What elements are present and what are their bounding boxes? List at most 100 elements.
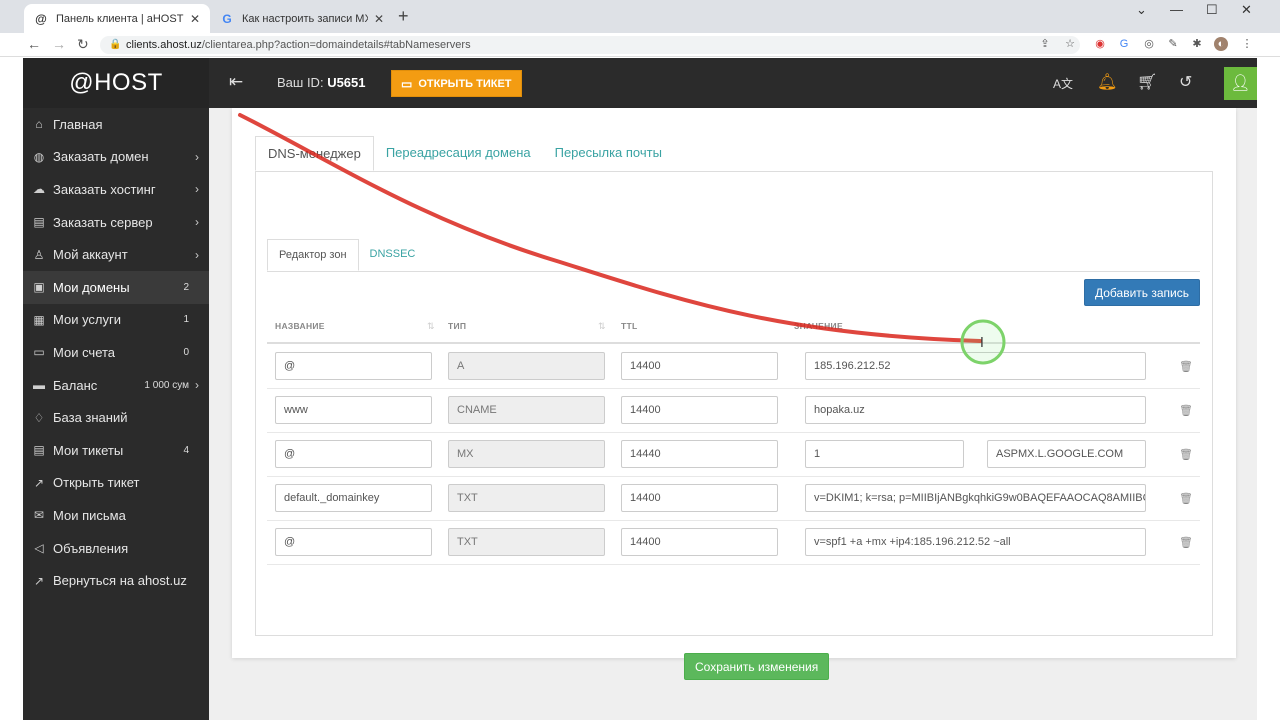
sidebar-item-badge: 1 000 сум	[144, 379, 189, 391]
record-ttl-input[interactable]: 14440	[621, 440, 778, 468]
bookmark-star-icon[interactable]: ☆	[1063, 37, 1077, 51]
dns-panel: Редактор зон DNSSEC Добавить запись НАЗВ…	[255, 171, 1213, 680]
add-record-button[interactable]: Добавить запись	[1084, 279, 1200, 306]
sort-icon[interactable]: ⇅	[427, 321, 435, 332]
user-settings-icon[interactable]: 👤︎	[1224, 67, 1257, 100]
logo[interactable]: @HOST	[23, 58, 209, 108]
ticket-icon: ▭	[401, 76, 413, 91]
sidebar-item[interactable]: ☁ Заказать хостинг ›	[23, 173, 209, 206]
topbar: ⇤ Ваш ID: U5651 ▭ ОТКРЫТЬ ТИКЕТ A文 🔔︎ 🛒︎…	[209, 58, 1257, 108]
translate-icon[interactable]: G	[1117, 37, 1131, 51]
sidebar-item[interactable]: ↗ Открыть тикет	[23, 467, 209, 500]
sidebar-item-label: Объявления	[53, 540, 129, 556]
open-ticket-icon: ↗	[33, 475, 45, 490]
column-header-ttl: TTL	[621, 321, 638, 331]
record-value-input[interactable]: v=DKIM1; k=rsa; p=MIIBIjANBgkqhkiG9w0BAQ…	[805, 484, 1146, 512]
record-name-input[interactable]: default._domainkey	[275, 484, 432, 512]
open-ticket-button[interactable]: ▭ ОТКРЫТЬ ТИКЕТ	[391, 70, 522, 97]
browser-tab-title: Как настроить записи MX для з	[242, 12, 368, 25]
url-field[interactable]: 🔒 clients.ahost.uz/clientarea.php?action…	[100, 36, 1080, 54]
browser-tab-inactive[interactable]: G Как настроить записи MX для з ✕	[210, 4, 394, 33]
sidebar-item[interactable]: ▭ Мои счета 0	[23, 336, 209, 369]
trash-icon[interactable]: 🗑︎	[1179, 536, 1193, 549]
record-type-field: TXT	[448, 528, 605, 556]
bell-icon[interactable]: 🔔︎	[1097, 72, 1117, 92]
table-header: НАЗВАНИЕ ⇅ ТИП ⇅ TTL ЗНАЧЕНИЕ	[267, 316, 1200, 344]
new-tab-icon[interactable]: +	[398, 6, 409, 27]
cart-icon[interactable]: 🛒︎	[1137, 72, 1157, 92]
sidebar-item[interactable]: ▬ Баланс 1 000 сум ›	[23, 369, 209, 402]
hosting-icon: ☁	[33, 182, 45, 197]
column-header-type[interactable]: ТИП	[448, 321, 466, 331]
invoices-icon: ▭	[33, 345, 45, 360]
record-name-input[interactable]: @	[275, 528, 432, 556]
tab-dnssec[interactable]: DNSSEC	[359, 239, 427, 271]
sub-tabs: Редактор зон DNSSEC	[267, 239, 426, 271]
sort-icon[interactable]: ⇅	[598, 321, 606, 332]
sidebar-item[interactable]: ▤ Заказать сервер ›	[23, 206, 209, 239]
server-icon: ▤	[33, 215, 45, 230]
extension-icon[interactable]: ◎	[1142, 37, 1156, 51]
tab-dns-manager[interactable]: DNS-менеджер	[255, 136, 374, 171]
trash-icon[interactable]: 🗑︎	[1179, 448, 1193, 461]
share-icon[interactable]: ⇪	[1038, 37, 1052, 51]
sidebar-item[interactable]: ♢ База знаний	[23, 401, 209, 434]
column-header-name[interactable]: НАЗВАНИЕ	[275, 321, 325, 331]
save-changes-button[interactable]: Сохранить изменения	[684, 653, 830, 680]
ahost-favicon-icon: @	[35, 11, 47, 26]
extensions-puzzle-icon[interactable]: ✱	[1190, 37, 1204, 51]
trash-icon[interactable]: 🗑︎	[1179, 404, 1193, 417]
sidebar-item-badge: 0	[183, 346, 189, 358]
knowledgebase-icon: ♢	[33, 410, 45, 425]
record-value-input[interactable]: hopaka.uz	[805, 396, 1146, 424]
sidebar-item[interactable]: ♙ Мой аккаунт ›	[23, 238, 209, 271]
maximize-icon[interactable]: ☐	[1206, 2, 1218, 18]
browser-tabbar: @ Панель клиента | aHOST ✕ G Как настрои…	[0, 0, 1280, 33]
forward-icon[interactable]: →	[52, 36, 66, 52]
tab-mail-forwarding[interactable]: Пересылка почты	[543, 136, 674, 171]
minimize-icon[interactable]: —	[1170, 2, 1183, 17]
sidebar-item[interactable]: ▣ Мои домены 2	[23, 270, 209, 304]
tab-domain-forwarding[interactable]: Переадресация домена	[374, 136, 543, 171]
record-ttl-input[interactable]: 14400	[621, 484, 778, 512]
sidebar-item[interactable]: ◁ Объявления	[23, 532, 209, 565]
extension-icon[interactable]: ◉	[1093, 37, 1107, 51]
record-ttl-input[interactable]: 14400	[621, 396, 778, 424]
sidebar-item[interactable]: ▤ Мои тикеты 4	[23, 434, 209, 467]
record-type-field: A	[448, 352, 605, 380]
record-value-input[interactable]: 185.196.212.52	[805, 352, 1146, 380]
sidebar-item[interactable]: ⌂ Главная	[23, 108, 209, 141]
eyedropper-icon[interactable]: ✎	[1166, 37, 1180, 51]
trash-icon[interactable]: 🗑︎	[1179, 492, 1193, 505]
record-name-input[interactable]: www	[275, 396, 432, 424]
close-tab-icon[interactable]: ✕	[190, 12, 200, 26]
collapse-sidebar-icon[interactable]: ⇤	[229, 72, 243, 92]
tab-zone-editor[interactable]: Редактор зон	[267, 239, 359, 271]
record-name-input[interactable]: @	[275, 352, 432, 380]
trash-icon[interactable]: 🗑︎	[1179, 360, 1193, 373]
profile-avatar-icon[interactable]: ◐	[1214, 37, 1228, 51]
record-value-input[interactable]: ASPMX.L.GOOGLE.COM	[987, 440, 1146, 468]
record-ttl-input[interactable]: 14400	[621, 528, 778, 556]
user-id-label: Ваш ID:	[277, 75, 324, 90]
record-value-input[interactable]: v=spf1 +a +mx +ip4:185.196.212.52 ~all	[805, 528, 1146, 556]
dns-card: DNS-менеджер Переадресация домена Пересы…	[232, 108, 1236, 680]
sidebar-item[interactable]: ✉ Мои письма	[23, 499, 209, 532]
sidebar-item[interactable]: ◍ Заказать домен ›	[23, 141, 209, 174]
record-priority-input[interactable]: 1	[805, 440, 964, 468]
browser-tab-active[interactable]: @ Панель клиента | aHOST ✕	[24, 4, 210, 33]
record-ttl-input[interactable]: 14400	[621, 352, 778, 380]
window-close-icon[interactable]: ✕	[1241, 2, 1252, 18]
record-name-input[interactable]: @	[275, 440, 432, 468]
undo-icon[interactable]: ↺	[1179, 72, 1192, 92]
tab-search-icon[interactable]: ⌄	[1136, 2, 1147, 18]
column-header-value: ЗНАЧЕНИЕ	[794, 321, 843, 331]
language-icon[interactable]: A文	[1053, 75, 1073, 92]
back-icon[interactable]: ←	[27, 36, 41, 52]
reload-icon[interactable]: ↻	[77, 36, 89, 53]
sidebar-item[interactable]: ↗ Вернуться на ahost.uz	[23, 564, 209, 597]
sidebar-item[interactable]: ▦ Мои услуги 1	[23, 304, 209, 337]
browser-menu-icon[interactable]: ⋮	[1240, 37, 1254, 51]
sidebar: @HOST ⌂ Главная ◍ Заказать домен › ☁ Заказать …	[23, 58, 209, 720]
close-tab-icon[interactable]: ✕	[374, 12, 384, 26]
